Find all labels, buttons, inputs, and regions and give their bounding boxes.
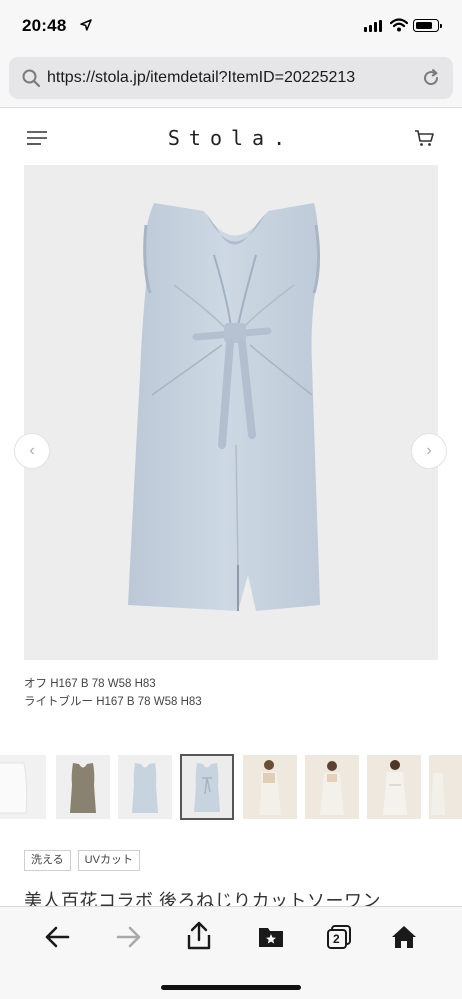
url-text[interactable]: https://stola.jp/itemdetail?ItemID=20225… <box>47 69 355 87</box>
browser-address-area: https://stola.jp/itemdetail?ItemID=20225… <box>0 52 462 108</box>
thumbnail-model-partial[interactable] <box>429 755 462 819</box>
tab-count: 2 <box>333 932 340 946</box>
product-tags: 洗える UVカット <box>24 850 140 871</box>
forward-arrow-icon[interactable] <box>116 925 142 949</box>
status-time: 20:48 <box>22 16 67 35</box>
thumbnail-model-back-view-2[interactable] <box>305 755 359 819</box>
tag-washable[interactable]: 洗える <box>24 850 71 871</box>
share-icon[interactable] <box>186 921 212 951</box>
thumbnail-model-front-view[interactable] <box>367 755 421 819</box>
back-arrow-icon[interactable] <box>44 925 70 949</box>
gallery-next-button[interactable]: › <box>411 433 447 469</box>
chevron-right-icon: › <box>426 442 432 459</box>
tag-uv-cut[interactable]: UVカット <box>77 850 140 871</box>
signal-icon <box>364 20 382 32</box>
thumbnail-khaki-dress[interactable] <box>56 755 110 819</box>
site-logo[interactable]: Stola. <box>0 126 462 150</box>
gallery-prev-button[interactable]: ‹ <box>14 433 50 469</box>
search-icon <box>22 69 40 87</box>
thumbnail-model-back-view[interactable] <box>243 755 297 819</box>
model-size-caption: オフ H167 B 78 W58 H83 ライトブルー H167 B 78 W5… <box>24 675 202 711</box>
cart-icon[interactable] <box>414 129 434 147</box>
site-header: Stola. <box>0 109 462 161</box>
address-bar[interactable]: https://stola.jp/itemdetail?ItemID=20225… <box>9 57 453 99</box>
caption-line-1: オフ H167 B 78 W58 H83 <box>24 678 156 690</box>
thumbnail-light-blue-dress[interactable] <box>118 755 172 819</box>
battery-icon <box>413 19 442 32</box>
home-icon[interactable] <box>391 925 417 949</box>
wifi-icon <box>390 18 408 32</box>
thumbnail-light-blue-dress-back[interactable] <box>180 754 234 820</box>
status-bar: 20:48 <box>0 0 462 52</box>
location-arrow-icon <box>80 19 92 31</box>
thumbnail-strip <box>0 752 462 822</box>
bookmarks-icon[interactable] <box>257 925 285 949</box>
caption-line-2: ライトブルー H167 B 78 W58 H83 <box>24 696 202 708</box>
reload-icon[interactable] <box>421 68 441 88</box>
dress-illustration <box>128 203 321 611</box>
home-indicator <box>161 985 301 990</box>
tabs-icon[interactable]: 2 <box>326 924 352 950</box>
chevron-left-icon: ‹ <box>29 442 35 459</box>
product-main-image[interactable] <box>24 165 438 660</box>
thumbnail-white-dress-partial[interactable] <box>0 755 46 819</box>
